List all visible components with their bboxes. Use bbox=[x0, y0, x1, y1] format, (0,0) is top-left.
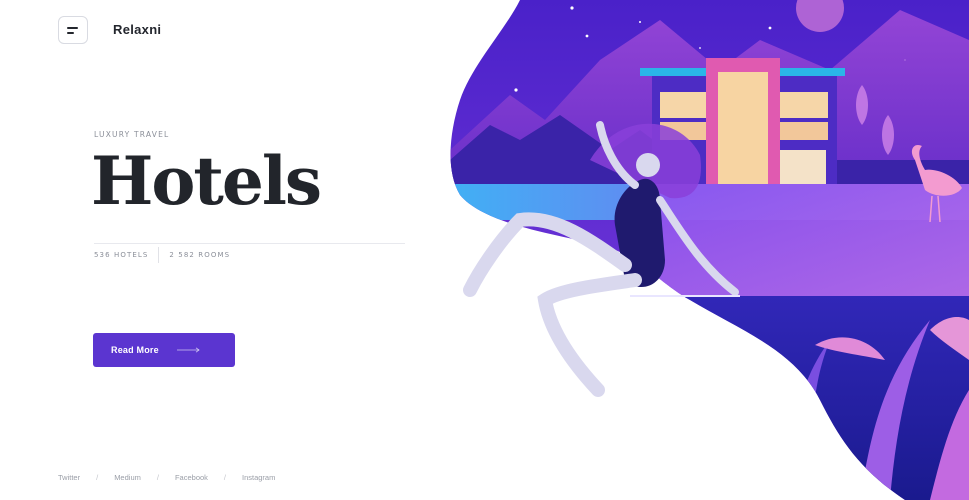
hotel-illustration bbox=[450, 0, 969, 500]
